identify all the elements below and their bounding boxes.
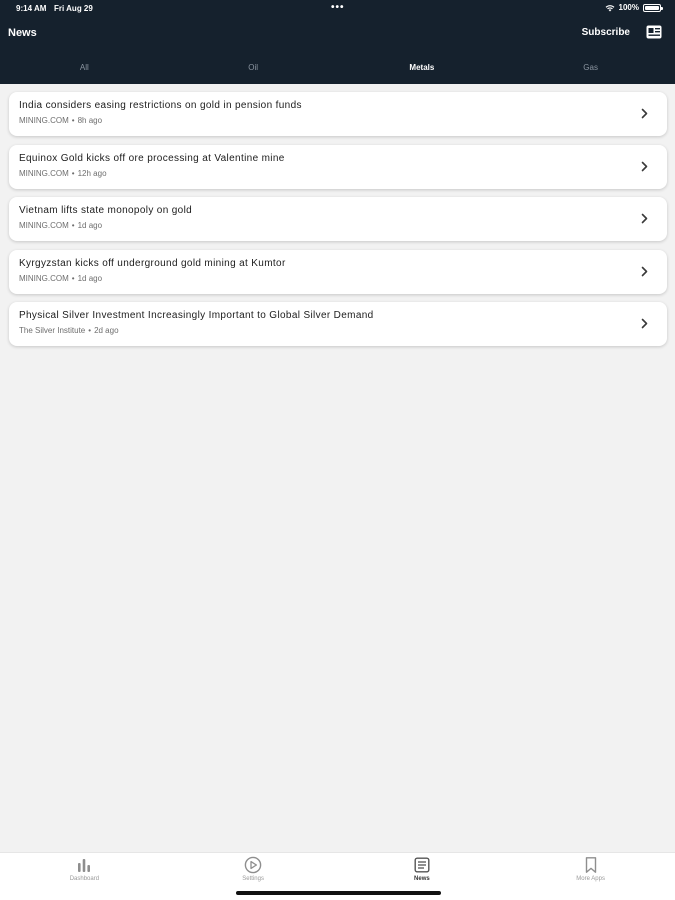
subscribe-button[interactable]: Subscribe: [582, 27, 630, 38]
tabbar-label: News: [414, 876, 430, 882]
news-title: Kyrgyzstan kicks off underground gold mi…: [19, 257, 286, 269]
chevron-right-icon: [641, 213, 648, 224]
reader-mode-icon[interactable]: [646, 25, 662, 39]
multitasking-dots[interactable]: •••: [331, 2, 345, 13]
tab-gas[interactable]: Gas: [506, 56, 675, 82]
header: 9:14 AM Fri Aug 29 ••• 100% News Subscri…: [0, 0, 675, 84]
meta-separator: •: [71, 221, 75, 230]
page-title: News: [8, 27, 37, 39]
category-tabs: All Oil Metals Gas: [0, 56, 675, 82]
tabbar-label: Settings: [242, 876, 264, 882]
news-meta: MINING.COM • 8h ago: [19, 116, 102, 125]
news-source: MINING.COM: [19, 221, 69, 230]
news-title: Physical Silver Investment Increasingly …: [19, 310, 374, 321]
chevron-right-icon: [641, 161, 648, 171]
news-meta: The Silver Institute • 2d ago: [19, 326, 119, 335]
news-item[interactable]: Kyrgyzstan kicks off underground gold mi…: [9, 249, 667, 294]
news-list: India considers easing restrictions on g…: [9, 92, 667, 355]
home-indicator[interactable]: [236, 891, 441, 895]
battery-percent: 100%: [618, 3, 639, 12]
status-time: 9:14 AM: [16, 4, 47, 13]
tabbar-label: Dashboard: [69, 876, 100, 882]
news-title: Vietnam lifts state monopoly on gold: [19, 205, 193, 216]
news-age: 1d ago: [77, 221, 103, 230]
tab-oil[interactable]: Oil: [169, 56, 338, 82]
chevron-right-icon: [641, 318, 648, 329]
meta-separator: •: [71, 273, 75, 283]
news-screen: 9:14 AM Fri Aug 29 ••• 100% News Subscri…: [0, 0, 675, 900]
newspaper-icon: [414, 857, 430, 873]
meta-separator: •: [71, 116, 75, 125]
news-age: 8h ago: [77, 116, 103, 125]
news-age: 1d ago: [77, 273, 103, 283]
bar-chart-icon: [78, 859, 91, 872]
tabbar-label: More Apps: [576, 876, 605, 882]
status-date: Fri Aug 29: [54, 4, 93, 13]
news-item[interactable]: Equinox Gold kicks off ore processing at…: [9, 144, 667, 189]
battery-icon: [643, 3, 663, 12]
news-title: Equinox Gold kicks off ore processing at…: [19, 152, 285, 164]
news-item[interactable]: India considers easing restrictions on g…: [9, 92, 667, 136]
status-bar: 9:14 AM Fri Aug 29 ••• 100%: [0, 0, 675, 16]
meta-separator: •: [88, 326, 92, 335]
news-meta: MINING.COM • 1d ago: [19, 221, 102, 230]
news-source: MINING.COM: [19, 168, 69, 178]
news-meta: MINING.COM • 1d ago: [19, 274, 102, 283]
chevron-right-icon: [641, 108, 648, 119]
news-source: The Silver Institute: [19, 326, 86, 335]
tabbar-item-dashboard[interactable]: Dashboard: [0, 853, 169, 900]
news-title: India considers easing restrictions on g…: [19, 100, 302, 111]
wifi-icon: [605, 4, 615, 12]
news-item[interactable]: Vietnam lifts state monopoly on gold MIN…: [9, 197, 667, 241]
news-meta: MINING.COM • 12h ago: [19, 169, 107, 178]
tab-all[interactable]: All: [0, 56, 169, 82]
bookmark-icon: [585, 857, 596, 873]
news-source: MINING.COM: [19, 116, 69, 125]
news-age: 2d ago: [94, 326, 119, 335]
news-source: MINING.COM: [19, 273, 69, 283]
meta-separator: •: [71, 168, 75, 178]
tab-metals[interactable]: Metals: [338, 56, 507, 82]
chevron-right-icon: [641, 266, 648, 276]
tabbar-item-more-apps[interactable]: More Apps: [506, 853, 675, 900]
news-item[interactable]: Physical Silver Investment Increasingly …: [9, 302, 667, 346]
play-circle-icon: [244, 856, 262, 874]
news-age: 12h ago: [77, 168, 107, 178]
status-indicators: 100%: [605, 3, 663, 12]
